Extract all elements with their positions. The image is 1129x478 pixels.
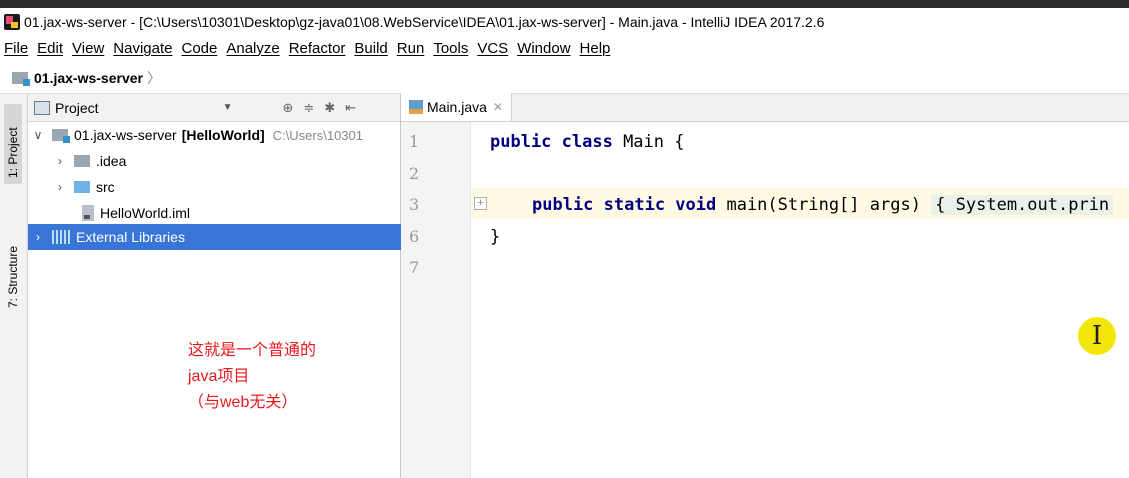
- module-folder-icon: [52, 129, 70, 143]
- folded-code-region[interactable]: { System.out.prin: [931, 195, 1114, 215]
- chevron-right-icon[interactable]: ›: [32, 230, 44, 244]
- chevron-down-icon[interactable]: ▼: [223, 102, 233, 113]
- line-number: 3: [409, 195, 420, 214]
- annotation-line-3: （与web无关）: [188, 394, 298, 411]
- project-panel: Project ▼ ⊕ ≑ ✱ ⇤ ∨ 01.jax-ws-server [He…: [28, 94, 401, 478]
- project-view-icon: [34, 100, 50, 115]
- code-editor: Main.java ✕ 1 2 3 6 7 + public class Mai…: [401, 93, 1129, 478]
- locate-icon[interactable]: ⊕: [282, 100, 293, 116]
- hide-icon[interactable]: ⇤: [345, 100, 356, 116]
- gear-icon[interactable]: ✱: [324, 100, 335, 116]
- tree-row-iml[interactable]: HelloWorld.iml: [28, 200, 401, 226]
- menu-window[interactable]: Window: [517, 40, 570, 57]
- tree-row-src[interactable]: › src: [28, 174, 401, 200]
- tool-tab-project[interactable]: 1: Project: [4, 104, 22, 184]
- line-number: 1: [409, 132, 420, 151]
- red-annotation: 这就是一个普通的 java项目 （与web无关）: [188, 338, 316, 416]
- code-text: Main {: [612, 132, 685, 152]
- chevron-down-icon[interactable]: ∨: [32, 128, 44, 142]
- tree-item-iml: HelloWorld.iml: [100, 205, 190, 221]
- menu-build[interactable]: Build: [354, 40, 387, 57]
- code-keyword: public class: [490, 132, 613, 152]
- source-folder-icon: [74, 181, 90, 193]
- tree-root-module: [HelloWorld]: [181, 127, 265, 143]
- annotation-line-1: 这就是一个普通的: [188, 342, 317, 359]
- annotation-line-2: java项目: [188, 368, 250, 385]
- window-title: 01.jax-ws-server - [C:\Users\10301\Deskt…: [24, 14, 825, 30]
- menu-edit[interactable]: Edit: [37, 40, 63, 57]
- tool-tab-structure[interactable]: 7: Structure: [4, 214, 22, 314]
- tree-item-idea: .idea: [96, 153, 127, 169]
- tree-root-path: C:\Users\10301: [272, 127, 363, 143]
- line-number: 2: [409, 164, 420, 183]
- tree-row-idea[interactable]: › .idea: [28, 148, 401, 174]
- project-panel-header: Project ▼ ⊕ ≑ ✱ ⇤: [28, 94, 400, 122]
- code-line-1[interactable]: public class Main {: [490, 132, 684, 152]
- project-view-label[interactable]: Project: [55, 100, 99, 116]
- menu-run[interactable]: Run: [397, 40, 425, 57]
- java-file-icon: [409, 100, 423, 114]
- left-tool-strip: 1: Project 7: Structure: [0, 94, 28, 478]
- expand-fold-icon[interactable]: +: [474, 197, 487, 210]
- tree-row-libraries[interactable]: › External Libraries: [28, 224, 401, 250]
- breadcrumb-chevron-icon: 〉: [146, 69, 161, 86]
- collapse-icon[interactable]: ≑: [303, 100, 314, 116]
- menu-tools[interactable]: Tools: [433, 40, 468, 57]
- line-number: 6: [409, 227, 420, 246]
- menu-analyze[interactable]: Analyze: [226, 40, 279, 57]
- line-number: 7: [409, 258, 420, 277]
- menu-vcs[interactable]: VCS: [477, 40, 508, 57]
- tree-item-libraries: External Libraries: [76, 229, 185, 245]
- code-text: main(String[] args): [716, 195, 932, 215]
- panel-tools: ⊕ ≑ ✱ ⇤: [282, 100, 356, 116]
- intellij-icon: [4, 14, 20, 30]
- tree-root-name: 01.jax-ws-server: [74, 127, 177, 143]
- folder-icon: [74, 155, 90, 167]
- navigation-bar: 01.jax-ws-server 〉: [0, 62, 1129, 94]
- code-line-6[interactable]: }: [490, 227, 500, 247]
- menu-view[interactable]: View: [72, 40, 104, 57]
- module-folder-icon: [12, 71, 30, 86]
- menu-bar: File Edit View Navigate Code Analyze Ref…: [0, 36, 1129, 60]
- menu-refactor[interactable]: Refactor: [289, 40, 346, 57]
- tab-main-java[interactable]: Main.java ✕: [401, 93, 512, 121]
- editor-tab-bar: Main.java ✕: [401, 93, 1129, 122]
- tab-label: Main.java: [427, 99, 487, 115]
- breadcrumb-project[interactable]: 01.jax-ws-server: [34, 70, 143, 86]
- close-icon[interactable]: ✕: [493, 100, 503, 114]
- top-edge: [0, 0, 1129, 8]
- chevron-right-icon[interactable]: ›: [54, 180, 66, 194]
- title-bar: 01.jax-ws-server - [C:\Users\10301\Deskt…: [0, 8, 1129, 36]
- code-keyword: public static void: [532, 195, 717, 215]
- chevron-right-icon[interactable]: ›: [54, 154, 66, 168]
- menu-help[interactable]: Help: [580, 40, 611, 57]
- tree-row-root[interactable]: ∨ 01.jax-ws-server [HelloWorld] C:\Users…: [28, 122, 401, 148]
- code-line-3[interactable]: public static void main(String[] args) {…: [532, 195, 1114, 215]
- tree-item-src: src: [96, 179, 115, 195]
- menu-code[interactable]: Code: [181, 40, 217, 57]
- menu-navigate[interactable]: Navigate: [113, 40, 172, 57]
- iml-file-icon: [82, 205, 94, 221]
- menu-file[interactable]: File: [4, 40, 28, 57]
- library-icon: [52, 230, 70, 244]
- text-cursor-icon: I: [1078, 317, 1116, 355]
